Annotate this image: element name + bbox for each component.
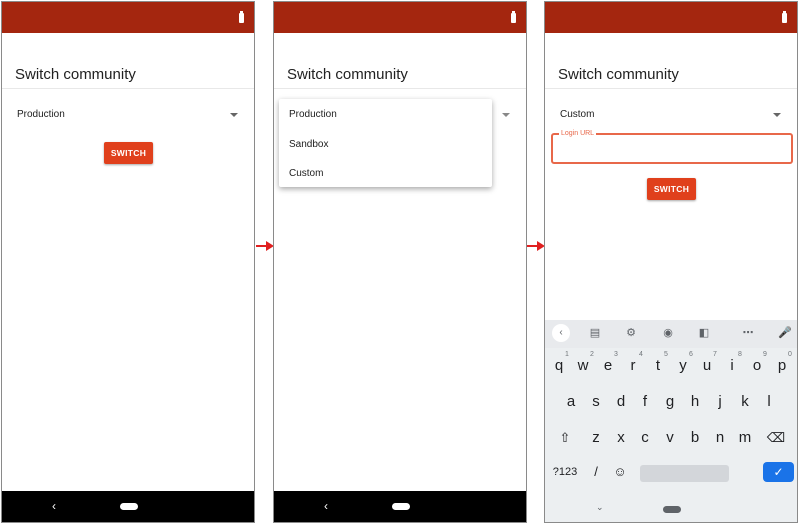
key-r[interactable]: r xyxy=(623,356,643,376)
key-z[interactable]: z xyxy=(586,428,606,448)
key-f[interactable]: f xyxy=(635,392,655,412)
title-divider xyxy=(2,88,254,89)
nav-home-icon[interactable] xyxy=(120,503,138,510)
key-k[interactable]: k xyxy=(735,392,755,412)
key-hint: 0 xyxy=(788,351,792,358)
key-hint: 5 xyxy=(664,351,668,358)
key-a[interactable]: a xyxy=(561,392,581,412)
nav-back-icon[interactable]: ‹ xyxy=(324,499,328,513)
key-q[interactable]: q xyxy=(549,356,569,376)
key-n[interactable]: n xyxy=(710,428,730,448)
key-o[interactable]: o xyxy=(747,356,767,376)
key-hint: 6 xyxy=(689,351,693,358)
dropdown-caret-icon xyxy=(230,113,238,117)
page-title: Switch community xyxy=(15,66,136,83)
key-hint: 9 xyxy=(763,351,767,358)
key-p[interactable]: p xyxy=(772,356,792,376)
key-v[interactable]: v xyxy=(660,428,680,448)
select-value: Production xyxy=(17,109,65,120)
flow-arrow-icon xyxy=(527,241,545,251)
flow-arrow-icon xyxy=(256,241,274,251)
shift-icon[interactable]: ⇧ xyxy=(555,428,575,448)
key-x[interactable]: x xyxy=(611,428,631,448)
dropdown-option-production[interactable]: Production xyxy=(289,109,337,120)
dropdown-option-sandbox[interactable]: Sandbox xyxy=(289,139,328,150)
dropdown-caret-icon xyxy=(502,113,510,117)
keyboard-row-3: ⇧ z x c v b n m ⌫ xyxy=(545,422,797,452)
select-value: Custom xyxy=(560,109,595,120)
page-title: Switch community xyxy=(287,66,408,83)
chevron-left-icon[interactable]: ‹ xyxy=(552,324,570,342)
key-c[interactable]: c xyxy=(635,428,655,448)
login-url-field[interactable]: Login URL xyxy=(551,129,793,164)
key-hint: 2 xyxy=(590,351,594,358)
screen-production: Switch community Production SWITCH ‹ xyxy=(1,1,255,523)
title-divider xyxy=(274,88,526,89)
clipboard-icon[interactable]: ▤ xyxy=(588,326,602,340)
key-b[interactable]: b xyxy=(685,428,705,448)
keyboard-row-1: q w e r t y u i o p 1 2 3 4 5 6 7 8 9 0 xyxy=(545,350,797,380)
check-icon[interactable]: ✓ xyxy=(763,462,794,482)
nav-home-icon[interactable] xyxy=(663,506,681,513)
chevron-down-icon[interactable]: ⌄ xyxy=(596,502,604,513)
key-t[interactable]: t xyxy=(648,356,668,376)
status-bar xyxy=(545,2,797,33)
symbols-key[interactable]: ?123 xyxy=(550,462,580,482)
screen-custom: Switch community Custom Login URL SWITCH… xyxy=(544,1,798,523)
key-g[interactable]: g xyxy=(660,392,680,412)
key-hint: 8 xyxy=(738,351,742,358)
keyboard-toolbar: ‹ ▤ ⚙ ◉ ◧ ⋯ 🎤 xyxy=(545,320,797,348)
switch-button[interactable]: SWITCH xyxy=(647,178,696,200)
switch-button[interactable]: SWITCH xyxy=(104,142,153,164)
page-title: Switch community xyxy=(558,66,679,83)
key-slash[interactable]: / xyxy=(589,462,603,482)
battery-icon xyxy=(239,11,244,23)
key-e[interactable]: e xyxy=(598,356,618,376)
more-icon[interactable]: ⋯ xyxy=(741,326,755,340)
key-d[interactable]: d xyxy=(611,392,631,412)
battery-icon xyxy=(782,11,787,23)
screen-dropdown-open: Switch community Production Sandbox Cust… xyxy=(273,1,527,523)
battery-icon xyxy=(511,11,516,23)
emoji-icon[interactable]: ☺ xyxy=(611,462,629,482)
key-y[interactable]: y xyxy=(673,356,693,376)
key-hint: 3 xyxy=(614,351,618,358)
nav-bar: ‹ xyxy=(274,491,526,522)
title-divider xyxy=(545,88,797,89)
nav-home-icon[interactable] xyxy=(392,503,410,510)
key-j[interactable]: j xyxy=(710,392,730,412)
status-bar xyxy=(274,2,526,33)
dropdown-option-custom[interactable]: Custom xyxy=(289,168,323,179)
dropdown-menu: Production Sandbox Custom xyxy=(279,99,492,187)
key-u[interactable]: u xyxy=(697,356,717,376)
key-w[interactable]: w xyxy=(573,356,593,376)
key-hint: 7 xyxy=(713,351,717,358)
space-key[interactable] xyxy=(640,465,729,482)
key-hint: 1 xyxy=(565,351,569,358)
resize-icon[interactable]: ◧ xyxy=(697,326,711,340)
gear-icon[interactable]: ⚙ xyxy=(624,326,638,340)
community-select[interactable]: Production xyxy=(2,103,254,127)
backspace-icon[interactable]: ⌫ xyxy=(765,428,787,448)
keyboard: ‹ ▤ ⚙ ◉ ◧ ⋯ 🎤 q w e r t y u i o p 1 2 3 … xyxy=(545,320,797,522)
dropdown-caret-icon xyxy=(773,113,781,117)
nav-bar: ‹ xyxy=(2,491,254,522)
key-h[interactable]: h xyxy=(685,392,705,412)
nav-back-icon[interactable]: ‹ xyxy=(52,499,56,513)
status-bar xyxy=(2,2,254,33)
keyboard-row-2: a s d f g h j k l xyxy=(545,386,797,416)
key-hint: 4 xyxy=(639,351,643,358)
key-m[interactable]: m xyxy=(735,428,755,448)
mic-icon[interactable]: 🎤 xyxy=(778,326,792,340)
login-url-label: Login URL xyxy=(559,129,597,138)
key-l[interactable]: l xyxy=(759,392,779,412)
community-select[interactable]: Custom xyxy=(545,103,797,127)
palette-icon[interactable]: ◉ xyxy=(661,326,675,340)
key-i[interactable]: i xyxy=(722,356,742,376)
key-s[interactable]: s xyxy=(586,392,606,412)
